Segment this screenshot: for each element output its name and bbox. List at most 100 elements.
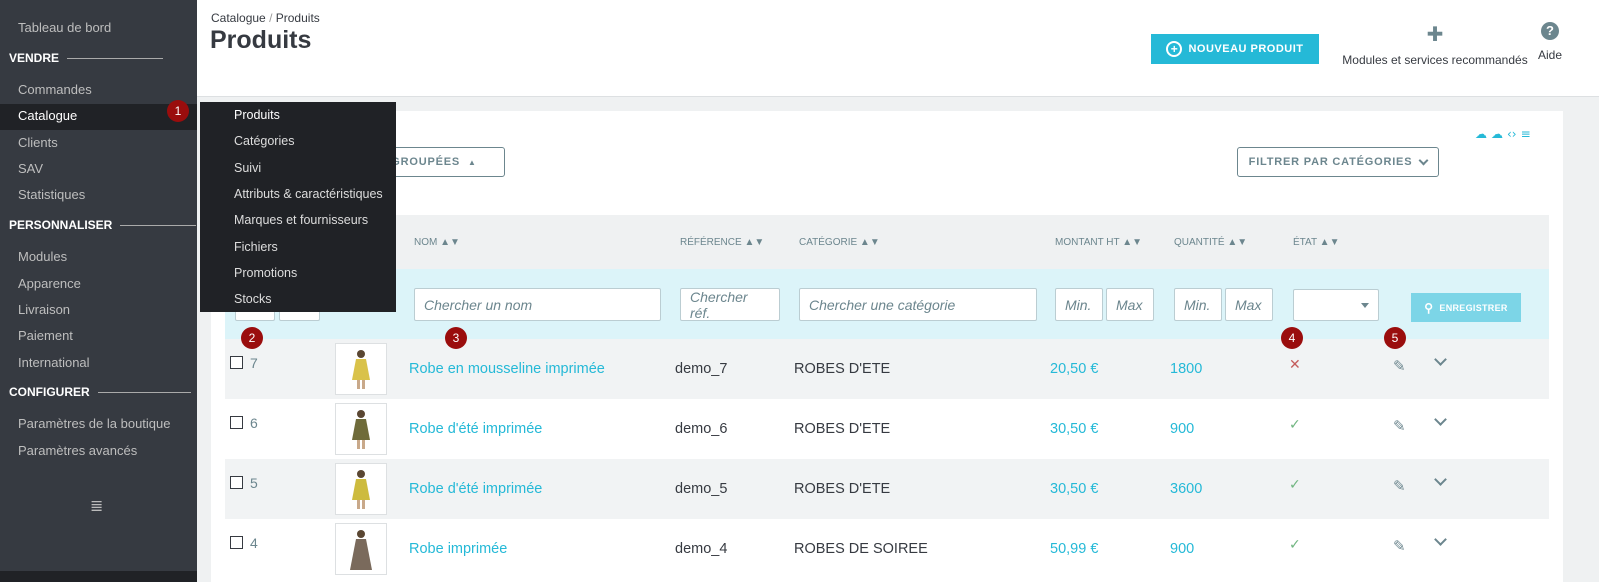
sidebar-item-appearance[interactable]: Apparence bbox=[18, 276, 81, 291]
breadcrumb-item-catalog[interactable]: Catalogue bbox=[211, 11, 266, 25]
help-icon: ? bbox=[1541, 22, 1559, 40]
sidebar-item-modules[interactable]: Modules bbox=[18, 249, 67, 264]
product-category: ROBES D'ETE bbox=[794, 421, 891, 437]
row-checkbox[interactable] bbox=[230, 416, 243, 429]
page-header: Catalogue / Produits Produits + NOUVEAU … bbox=[197, 0, 1599, 97]
submenu-item-attributes[interactable]: Attributs & caractéristiques bbox=[234, 187, 383, 201]
chevron-down-icon bbox=[1418, 155, 1429, 165]
edit-pencil-icon[interactable]: ✎ bbox=[1393, 477, 1406, 495]
product-price-link[interactable]: 50,99 € bbox=[1050, 541, 1098, 557]
col-name-header[interactable]: NOM ▲▼ bbox=[414, 237, 460, 248]
price-max-input[interactable]: Max bbox=[1106, 288, 1154, 321]
sidebar-item-advanced-params[interactable]: Paramètres avancés bbox=[18, 443, 137, 458]
product-price-link[interactable]: 30,50 € bbox=[1050, 481, 1098, 497]
dress-image bbox=[352, 470, 370, 509]
chevron-down-icon[interactable] bbox=[1434, 413, 1447, 426]
cloud-upload-icon[interactable]: ☁ bbox=[1475, 127, 1487, 141]
help-link[interactable]: ? Aide bbox=[1535, 22, 1565, 62]
edit-pencil-icon[interactable]: ✎ bbox=[1393, 537, 1406, 555]
status-active-icon[interactable]: ✓ bbox=[1289, 477, 1301, 493]
product-quantity-link[interactable]: 3600 bbox=[1170, 481, 1202, 497]
sidebar-item-dashboard[interactable]: Tableau de bord bbox=[18, 20, 111, 35]
plus-circle-icon: + bbox=[1166, 41, 1183, 57]
category-filter-input[interactable]: Chercher une catégorie bbox=[799, 288, 1037, 321]
code-icon[interactable]: ‹› bbox=[1507, 127, 1517, 141]
sidebar-item-customers[interactable]: Clients bbox=[18, 135, 58, 150]
sidebar-item-catalog[interactable]: Catalogue bbox=[18, 108, 77, 123]
sidebar-item-customer-service[interactable]: SAV bbox=[18, 161, 43, 176]
product-name-link[interactable]: Robe en mousseline imprimée bbox=[409, 361, 605, 377]
save-filters-label: ENREGISTRER bbox=[1439, 302, 1508, 313]
submenu-item-tracking[interactable]: Suivi bbox=[234, 161, 261, 175]
state-filter-select[interactable] bbox=[1293, 289, 1379, 321]
sidebar-item-international[interactable]: International bbox=[18, 355, 90, 370]
row-checkbox[interactable] bbox=[230, 536, 243, 549]
qty-min-input[interactable]: Min. bbox=[1174, 288, 1222, 321]
submenu-item-products[interactable]: Produits bbox=[234, 108, 280, 122]
table-row: 5 Robe d'été imprimée demo_5 ROBES D'ETE… bbox=[225, 459, 1549, 519]
status-inactive-icon[interactable]: ✕ bbox=[1289, 357, 1301, 373]
row-id: 5 bbox=[250, 475, 258, 491]
chevron-down-icon[interactable] bbox=[1434, 353, 1447, 366]
product-name-link[interactable]: Robe d'été imprimée bbox=[409, 421, 542, 437]
submenu-item-files[interactable]: Fichiers bbox=[234, 240, 278, 254]
row-id: 4 bbox=[250, 535, 258, 551]
dress-image bbox=[350, 530, 372, 570]
reference-filter-input[interactable]: Chercher réf. bbox=[680, 288, 780, 321]
edit-pencil-icon[interactable]: ✎ bbox=[1393, 417, 1406, 435]
list-icon[interactable]: ≡ bbox=[1521, 127, 1531, 141]
sidebar-item-orders[interactable]: Commandes bbox=[18, 82, 92, 97]
product-thumbnail bbox=[335, 523, 387, 575]
product-thumbnail bbox=[335, 403, 387, 455]
submenu-item-categories[interactable]: Catégories bbox=[234, 134, 294, 148]
chevron-down-icon[interactable] bbox=[1434, 533, 1447, 546]
row-checkbox[interactable] bbox=[230, 356, 243, 369]
qty-max-input[interactable]: Max bbox=[1225, 288, 1273, 321]
sidebar-footer bbox=[0, 571, 197, 582]
col-category-header[interactable]: CATÉGORIE ▲▼ bbox=[799, 237, 880, 248]
sidebar-item-shop-params[interactable]: Paramètres de la boutique bbox=[18, 416, 170, 431]
product-thumbnail bbox=[335, 463, 387, 515]
product-quantity-link[interactable]: 900 bbox=[1170, 541, 1194, 557]
breadcrumb-item-products: Produits bbox=[275, 11, 320, 25]
product-price-link[interactable]: 30,50 € bbox=[1050, 421, 1098, 437]
sidebar-item-shipping[interactable]: Livraison bbox=[18, 302, 70, 317]
table-row: 6 Robe d'été imprimée demo_6 ROBES D'ETE… bbox=[225, 399, 1549, 459]
list-icon[interactable]: ≣ bbox=[90, 496, 103, 515]
row-checkbox[interactable] bbox=[230, 476, 243, 489]
annotation-badge: 1 bbox=[167, 100, 189, 122]
row-id: 7 bbox=[250, 355, 258, 371]
product-name-link[interactable]: Robe imprimée bbox=[409, 541, 507, 557]
product-name-link[interactable]: Robe d'été imprimée bbox=[409, 481, 542, 497]
filter-categories-button[interactable]: FILTRER PAR CATÉGORIES bbox=[1237, 147, 1439, 177]
chevron-down-icon[interactable] bbox=[1434, 473, 1447, 486]
status-active-icon[interactable]: ✓ bbox=[1289, 417, 1301, 433]
col-price-header[interactable]: MONTANT HT ▲▼ bbox=[1055, 237, 1142, 248]
filter-categories-label: FILTRER PAR CATÉGORIES bbox=[1248, 156, 1413, 168]
new-product-button[interactable]: + NOUVEAU PRODUIT bbox=[1151, 34, 1319, 64]
submenu-item-promotions[interactable]: Promotions bbox=[234, 266, 297, 280]
name-filter-input[interactable]: Chercher un nom bbox=[414, 288, 661, 321]
product-quantity-link[interactable]: 900 bbox=[1170, 421, 1194, 437]
row-id: 6 bbox=[250, 415, 258, 431]
col-quantity-header[interactable]: QUANTITÉ ▲▼ bbox=[1174, 237, 1247, 248]
edit-pencil-icon[interactable]: ✎ bbox=[1393, 357, 1406, 375]
col-reference-header[interactable]: RÉFÉRENCE ▲▼ bbox=[680, 237, 764, 248]
status-active-icon[interactable]: ✓ bbox=[1289, 537, 1301, 553]
recommended-modules-link[interactable]: ✚ Modules et services recommandés bbox=[1342, 22, 1528, 67]
product-price-link[interactable]: 20,50 € bbox=[1050, 361, 1098, 377]
save-filters-button[interactable]: ⚲ ENREGISTRER bbox=[1411, 293, 1521, 322]
breadcrumb-separator: / bbox=[269, 11, 273, 25]
submenu-item-stocks[interactable]: Stocks bbox=[234, 292, 272, 306]
sidebar-section-label: CONFIGURER bbox=[9, 385, 90, 399]
sidebar-item-payment[interactable]: Paiement bbox=[18, 328, 73, 343]
product-quantity-link[interactable]: 1800 bbox=[1170, 361, 1202, 377]
price-min-input[interactable]: Min. bbox=[1055, 288, 1103, 321]
col-state-header[interactable]: ÉTAT ▲▼ bbox=[1293, 237, 1339, 248]
submenu-item-brands[interactable]: Marques et fournisseurs bbox=[234, 213, 368, 227]
sidebar-section-customize: PERSONNALISER bbox=[9, 218, 197, 232]
sidebar-item-stats[interactable]: Statistiques bbox=[18, 187, 85, 202]
cloud-download-icon[interactable]: ☁ bbox=[1491, 127, 1503, 141]
recommended-modules-label: Modules et services recommandés bbox=[1342, 53, 1528, 67]
sidebar-section-label: PERSONNALISER bbox=[9, 218, 113, 232]
